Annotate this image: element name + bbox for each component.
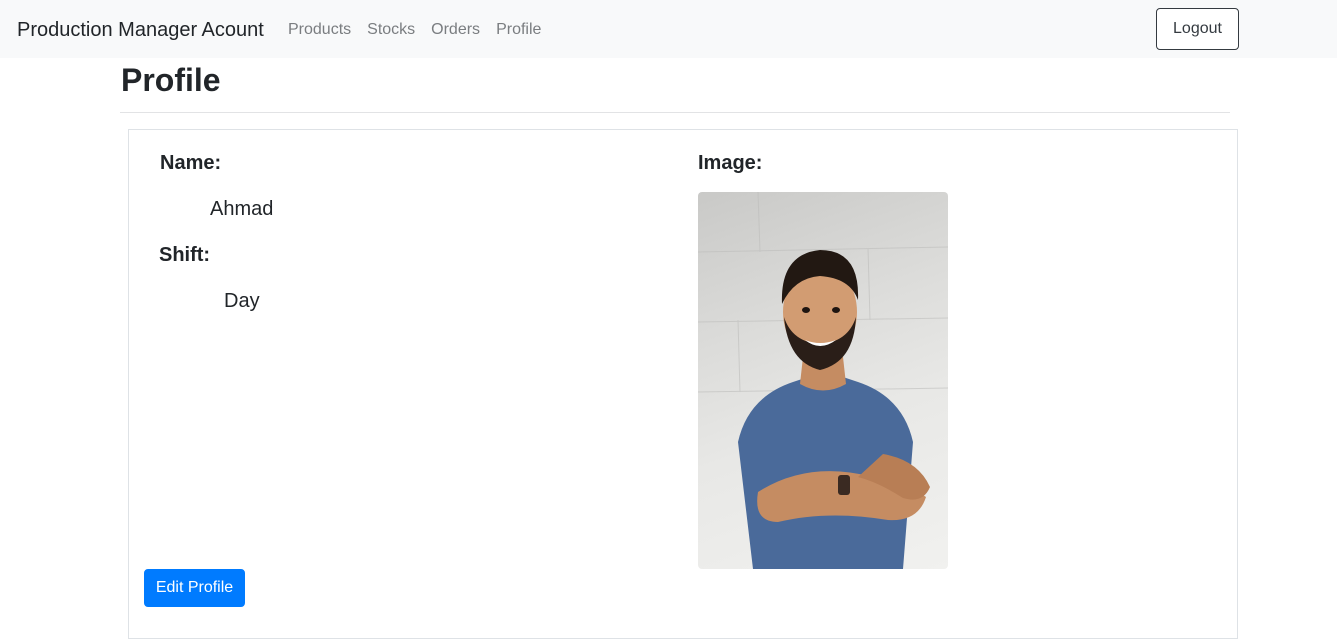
top-navbar: Production Manager Acount Products Stock… [0, 0, 1337, 58]
logout-button[interactable]: Logout [1156, 8, 1239, 50]
shift-label: Shift: [159, 244, 211, 266]
shift-value: Day [224, 290, 260, 312]
name-value: Ahmad [210, 198, 274, 220]
profile-card [128, 129, 1238, 639]
brand-link[interactable]: Production Manager Acount [17, 17, 264, 43]
page-title: Profile [121, 62, 221, 98]
nav-link-stocks[interactable]: Stocks [367, 19, 415, 41]
person-photo-illustration [698, 192, 948, 569]
edit-profile-button[interactable]: Edit Profile [144, 569, 245, 607]
title-divider [120, 112, 1230, 113]
nav-links: Products Stocks Orders Profile [288, 19, 557, 41]
image-label: Image: [698, 152, 763, 174]
nav-link-profile[interactable]: Profile [496, 19, 541, 41]
nav-link-orders[interactable]: Orders [431, 19, 480, 41]
profile-photo [698, 192, 948, 569]
nav-link-products[interactable]: Products [288, 19, 351, 41]
name-label: Name: [160, 152, 222, 174]
